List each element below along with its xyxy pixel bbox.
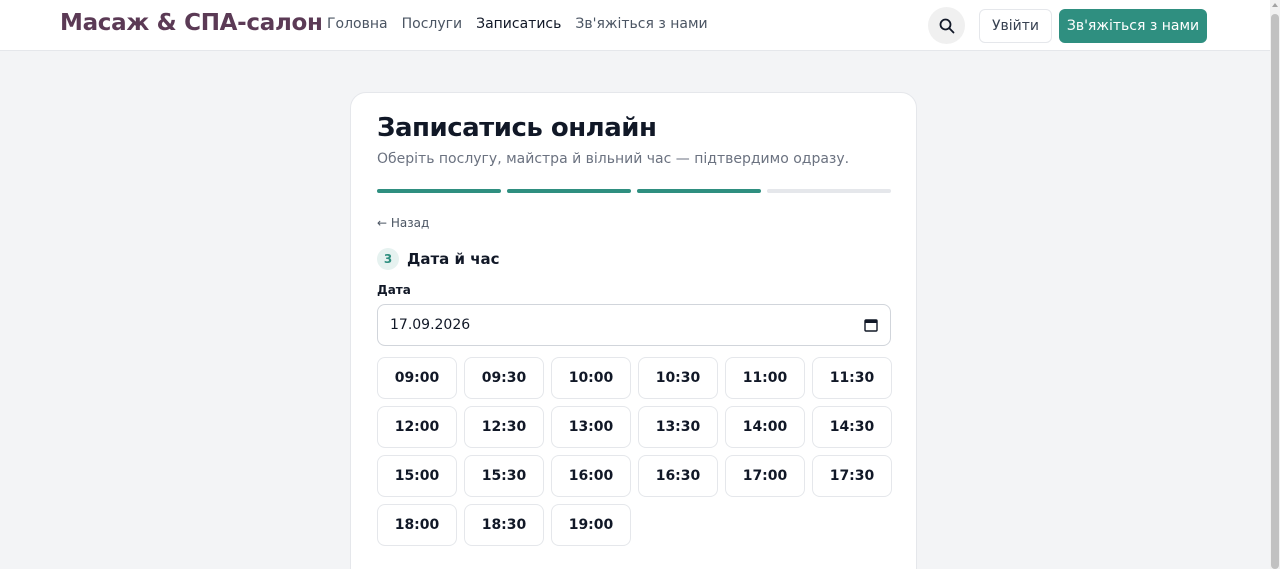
step-number-badge: 3 — [377, 248, 399, 270]
time-slot-grid: 09:00 09:30 10:00 10:30 11:00 11:30 12:00 12:30… — [377, 357, 892, 546]
time-slot-button[interactable]: 17:30 — [812, 455, 892, 497]
back-link[interactable]: ← Назад — [377, 216, 429, 230]
nav-link-booking[interactable]: Записатись — [476, 16, 561, 32]
time-slot-button[interactable]: 10:00 — [551, 357, 631, 399]
nav-link-services[interactable]: Послуги — [402, 16, 462, 32]
time-slot-button[interactable]: 14:00 — [725, 406, 805, 448]
time-slot-button[interactable]: 13:30 — [638, 406, 718, 448]
main-nav: Головна Послуги Записатись Зв'яжіться з … — [327, 16, 708, 32]
page-scrollbar[interactable] — [1270, 0, 1280, 569]
contact-button[interactable]: Зв'яжіться з нами — [1059, 9, 1207, 43]
time-slot-button[interactable]: 09:00 — [377, 357, 457, 399]
booking-card: Записатись онлайн Оберіть послугу, майст… — [350, 92, 917, 569]
time-slot-button[interactable]: 17:00 — [725, 455, 805, 497]
time-slot-button[interactable]: 09:30 — [464, 357, 544, 399]
step-heading: 3 Дата й час — [377, 248, 500, 270]
progress-segment — [637, 189, 761, 193]
page-subtitle: Оберіть послугу, майстра й вільний час —… — [377, 151, 850, 167]
time-slot-button[interactable]: 15:30 — [464, 455, 544, 497]
site-logo[interactable]: Масаж & СПА-салон — [60, 10, 323, 36]
nav-link-home[interactable]: Головна — [327, 16, 388, 32]
progress-segment — [377, 189, 501, 193]
time-slot-button[interactable]: 18:30 — [464, 504, 544, 546]
scroll-thumb[interactable] — [1271, 14, 1279, 569]
time-slot-button[interactable]: 11:00 — [725, 357, 805, 399]
time-slot-button[interactable]: 13:00 — [551, 406, 631, 448]
time-slot-button[interactable]: 16:30 — [638, 455, 718, 497]
date-label: Дата — [377, 283, 411, 297]
booking-progress — [377, 189, 891, 193]
time-slot-button[interactable]: 14:30 — [812, 406, 892, 448]
time-slot-button[interactable]: 12:30 — [464, 406, 544, 448]
progress-segment — [507, 189, 631, 193]
site-header: Масаж & СПА-салон Головна Послуги Записа… — [0, 0, 1270, 51]
progress-segment — [767, 189, 891, 193]
page-title: Записатись онлайн — [377, 113, 657, 143]
step-title: Дата й час — [407, 250, 500, 268]
date-input[interactable]: 17.09.2026 — [377, 304, 891, 346]
time-slot-button[interactable]: 18:00 — [377, 504, 457, 546]
calendar-icon[interactable] — [864, 318, 878, 332]
scroll-up-arrow-icon[interactable] — [1272, 3, 1278, 7]
login-button[interactable]: Увійти — [979, 9, 1052, 43]
time-slot-button[interactable]: 10:30 — [638, 357, 718, 399]
time-slot-button[interactable]: 15:00 — [377, 455, 457, 497]
date-value: 17.09.2026 — [390, 317, 471, 333]
nav-link-contact[interactable]: Зв'яжіться з нами — [575, 16, 707, 32]
time-slot-button[interactable]: 11:30 — [812, 357, 892, 399]
time-slot-button[interactable]: 12:00 — [377, 406, 457, 448]
time-slot-button[interactable]: 16:00 — [551, 455, 631, 497]
time-slot-button[interactable]: 19:00 — [551, 504, 631, 546]
search-button[interactable] — [928, 7, 965, 44]
search-icon — [939, 18, 954, 33]
